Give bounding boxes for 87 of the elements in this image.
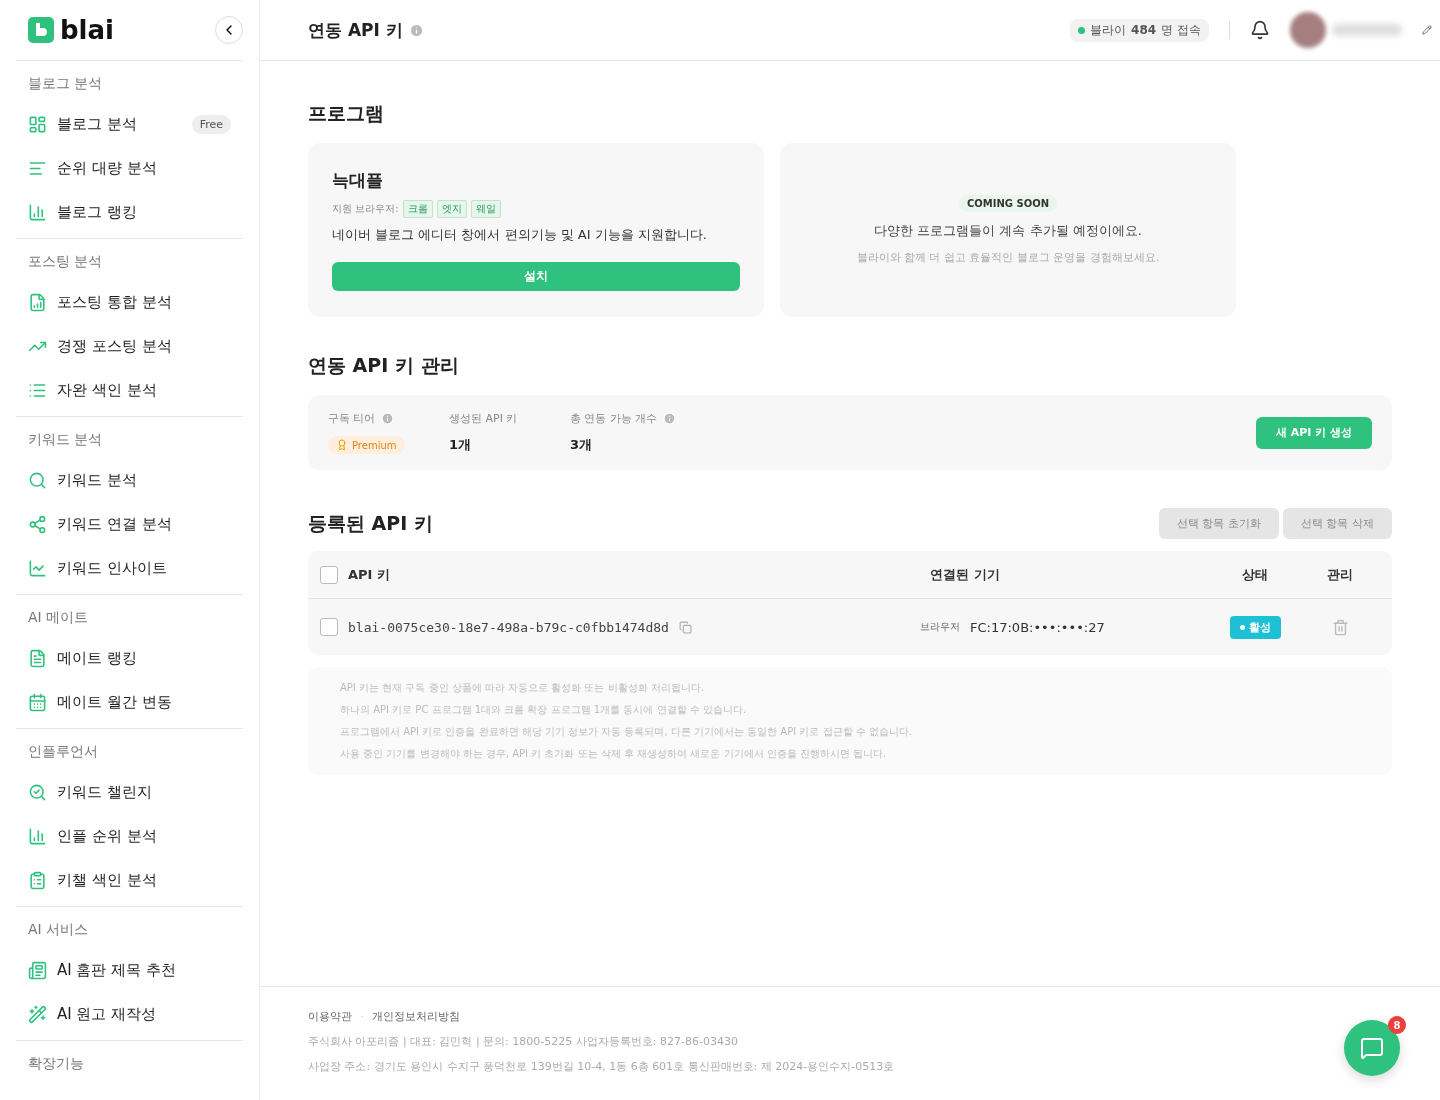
copy-icon[interactable] — [678, 620, 692, 634]
row-checkbox[interactable] — [320, 618, 338, 636]
sidebar-section-title: 확장기능 — [27, 1054, 85, 1073]
sidebar-section-title: AI 메이트 — [27, 608, 90, 627]
section-title: 연동 API 키 관리 — [308, 353, 460, 378]
sidebar-item[interactable]: AI 원고 재작성 — [16, 992, 243, 1036]
sidebar-section-title: 인플루언서 — [27, 742, 99, 761]
footer-link[interactable]: 개인정보처리방침 — [371, 1009, 460, 1024]
sidebar-item[interactable]: 인플 순위 분석 — [16, 814, 243, 858]
sidebar-section-title: 키워드 분석 — [27, 430, 104, 449]
info-icon[interactable] — [408, 22, 424, 38]
clipboard-icon — [28, 870, 47, 890]
coming-soon-title: 다양한 프로그램들이 계속 추가될 예정이에요. — [874, 222, 1142, 240]
sidebar-item[interactable]: 블로그 랭킹 — [16, 190, 243, 234]
delete-icon[interactable] — [1331, 618, 1349, 636]
device-type: 브라우저 — [920, 620, 960, 634]
coming-soon-subtitle: 블라이와 함께 더 쉽고 효율적인 블로그 운영을 경험해보세요. — [856, 250, 1160, 265]
info-icon[interactable] — [662, 412, 676, 425]
sidebar-item[interactable]: 키워드 분석 — [16, 458, 243, 502]
sidebar-section-title: 블로그 분석 — [27, 74, 104, 93]
section-title: 프로그램 — [308, 101, 385, 126]
search-icon — [28, 470, 47, 490]
chat-icon — [1360, 1036, 1384, 1060]
browser-tag: 엣지 — [436, 200, 467, 218]
collapse-button[interactable] — [215, 16, 243, 44]
company-info: 사업장 주소: 경기도 용인시 수지구 풍덕천로 139번길 10-4, 1동 6층 601호 통신판매번호: 제 2024-용인수지-0513호 — [308, 1059, 895, 1074]
column-chart-icon — [28, 826, 47, 846]
stat-label: 구독 티어 — [328, 411, 376, 426]
program-description: 네이버 블로그 에디터 창에서 편의기능 및 AI 기능을 지원합니다. — [332, 226, 708, 244]
stat-label: 생성된 API 키 — [449, 411, 518, 426]
calendar-icon — [28, 692, 47, 712]
plan-badge: Free — [191, 114, 231, 134]
sidebar-item[interactable]: 자완 색인 분석 — [16, 368, 243, 412]
chart-file-icon — [28, 292, 47, 312]
sidebar-item[interactable]: 키챌 색인 분석 — [16, 858, 243, 902]
footer-link[interactable]: 이용약관 — [308, 1009, 352, 1024]
logo-icon — [28, 17, 54, 43]
network-icon — [28, 514, 47, 534]
coming-soon-badge: COMING SOON — [958, 195, 1058, 212]
sidebar-item[interactable]: 메이트 랭킹 — [16, 636, 243, 680]
section-title: 등록된 API 키 — [308, 510, 433, 536]
dashboard-icon — [28, 114, 47, 134]
device-id: FC:17:0B:•••:•••:27 — [970, 619, 1105, 635]
sidebar-item[interactable]: 경쟁 포스팅 분석 — [16, 324, 243, 368]
sidebar-item[interactable]: AI 홈판 제목 추천 — [16, 948, 243, 992]
document-icon — [28, 648, 47, 668]
browser-tag: 크롬 — [402, 200, 433, 218]
api-key-text: blai-0075ce30-18e7-498a-b79c-c0fbb1474d8d — [348, 619, 669, 635]
browsers-label: 지원 브라우저: — [332, 202, 399, 216]
stat-label: 총 연동 가능 개수 — [570, 411, 658, 426]
pencil-icon[interactable] — [1422, 25, 1432, 35]
column-header: 관리 — [1327, 565, 1353, 584]
sidebar-item[interactable]: 포스팅 통합 분석 — [16, 280, 243, 324]
sidebar-item[interactable]: 키워드 인사이트 — [16, 546, 243, 590]
stat-value: 1개 — [449, 436, 473, 454]
status-badge: 활성 — [1229, 615, 1281, 639]
column-header: API 키 — [348, 565, 390, 584]
avatar[interactable] — [1290, 12, 1326, 48]
line-chart-icon — [28, 558, 47, 578]
blurred-user-name — [1332, 24, 1402, 36]
magic-wand-icon — [28, 1004, 47, 1024]
select-all-checkbox[interactable] — [320, 565, 338, 584]
browser-tag: 웨일 — [470, 200, 501, 218]
search-icon — [28, 782, 47, 802]
column-header: 상태 — [1242, 565, 1268, 584]
bar-chart-icon — [28, 202, 47, 222]
info-icon[interactable] — [380, 412, 394, 425]
logo-text: blai — [60, 15, 114, 45]
stat-value: 3개 — [570, 436, 594, 454]
footer-separator: · — [360, 1010, 364, 1023]
sidebar-item[interactable]: 메이트 월간 변동 — [16, 680, 243, 724]
sidebar-item[interactable]: 키워드 연결 분석 — [16, 502, 243, 546]
sidebar-item[interactable]: 키워드 챌린지 — [16, 770, 243, 814]
company-info: 주식회사 아포리즘 | 대표: 김민혁 | 문의: 1800-5225 사업자등록번호: 827-86-03430 — [308, 1034, 738, 1049]
sidebar-section-title: 포스팅 분석 — [27, 252, 104, 271]
page-title: 연동 API 키 — [308, 18, 403, 42]
online-users-badge: 블라이 484 명 접속 — [1070, 18, 1209, 42]
sidebar-item[interactable]: 순위 대량 분석 — [16, 146, 243, 190]
tier-badge: Premium — [328, 436, 405, 454]
newspaper-icon — [28, 960, 47, 980]
column-header: 연결된 기기 — [930, 565, 1000, 584]
sidebar-item[interactable]: 블로그 분석 Free — [16, 102, 243, 146]
unread-badge: 8 — [1388, 1016, 1406, 1034]
sidebar-section-title: AI 서비스 — [27, 920, 90, 939]
program-name: 늑대플 — [332, 169, 384, 192]
notification-icon[interactable] — [1250, 20, 1270, 40]
chat-button[interactable] — [1344, 1020, 1400, 1076]
